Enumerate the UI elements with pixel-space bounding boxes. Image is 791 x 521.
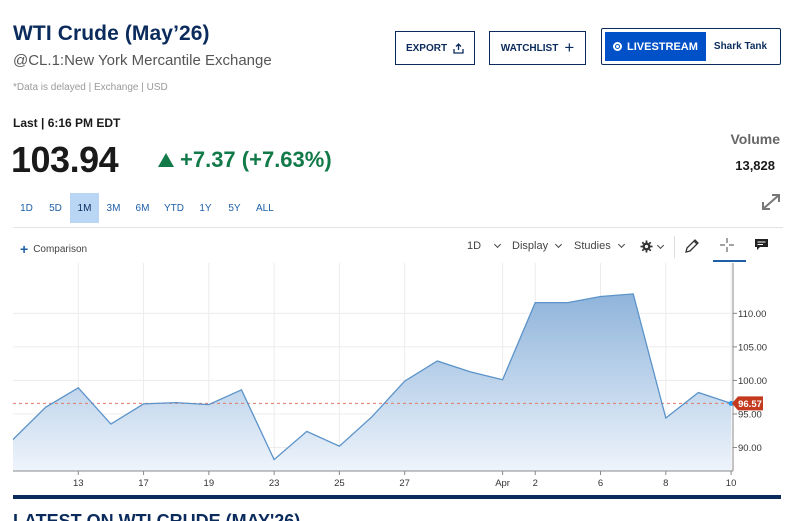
studies-label: Studies	[574, 240, 611, 252]
display-dropdown[interactable]: Display	[512, 240, 563, 252]
x-tick-label: 19	[204, 478, 215, 489]
interval-label: 1D	[467, 240, 482, 252]
settings-dropdown[interactable]	[640, 240, 665, 253]
comparison-button[interactable]: + Comparison	[20, 241, 87, 257]
time-range-selector: 1D 5D 1M 3M 6M YTD 1Y 5Y ALL	[12, 193, 281, 223]
expand-icon[interactable]	[760, 192, 782, 212]
y-tick-label: 105.00	[738, 342, 767, 353]
data-point-14[interactable]	[468, 370, 472, 374]
volume-value: 13,828	[735, 158, 775, 173]
display-label: Display	[512, 240, 549, 252]
chevron-down-icon	[494, 240, 502, 249]
crosshair-active-indicator	[713, 260, 746, 262]
y-tick-label: 95.00	[738, 409, 762, 420]
price-change-value: +7.37 (+7.63%)	[180, 147, 332, 172]
data-point-18[interactable]	[599, 295, 603, 299]
price-change: +7.37 (+7.63%)	[158, 147, 332, 173]
data-point-4[interactable]	[142, 402, 146, 406]
comment-icon[interactable]	[754, 238, 769, 251]
section-divider	[13, 495, 781, 499]
data-point-21[interactable]	[696, 390, 700, 394]
last-price: 103.94	[11, 139, 119, 180]
livestream-button[interactable]: LIVESTREAM	[605, 32, 706, 61]
crosshair-icon[interactable]	[720, 238, 734, 252]
data-point-19[interactable]	[631, 292, 635, 296]
page-title: WTI Crude (May’26)	[13, 22, 210, 45]
x-tick-label: 25	[334, 478, 345, 489]
data-point-12[interactable]	[403, 379, 407, 383]
y-tick-label: 100.00	[738, 376, 767, 387]
x-tick-label: 13	[73, 478, 84, 489]
exchange-subtitle: @CL.1:New York Mercantile Exchange	[13, 52, 272, 69]
data-point-13[interactable]	[435, 359, 439, 363]
chevron-down-icon	[656, 241, 665, 249]
range-1d[interactable]: 1D	[12, 193, 41, 223]
x-tick-label: 23	[269, 478, 280, 489]
x-tick-label: 8	[663, 478, 668, 489]
data-point-1[interactable]	[44, 405, 48, 409]
chevron-down-icon	[617, 240, 625, 249]
y-tick-label: 110.00	[738, 309, 766, 320]
range-5d[interactable]: 5D	[41, 193, 70, 223]
range-6m[interactable]: 6M	[128, 193, 157, 223]
livestream-show-name[interactable]: Shark Tank	[706, 32, 767, 61]
latest-news-heading: LATEST ON WTI CRUDE (MAY'26)	[13, 511, 301, 521]
plus-icon: +	[20, 241, 29, 257]
range-all[interactable]: ALL	[249, 193, 281, 223]
x-tick-label: 27	[399, 478, 410, 489]
data-point-10[interactable]	[337, 444, 341, 448]
last-updated-label: Last | 6:16 PM EDT	[13, 116, 121, 130]
data-point-11[interactable]	[370, 415, 374, 419]
data-point-3[interactable]	[109, 422, 113, 426]
x-tick-label: 2	[533, 478, 538, 489]
data-point-6[interactable]	[207, 403, 211, 407]
export-label: EXPORT	[405, 42, 448, 54]
export-button[interactable]: EXPORT	[395, 31, 475, 65]
x-tick-label: 17	[138, 478, 149, 489]
range-5y[interactable]: 5Y	[220, 193, 249, 223]
livestream-widget[interactable]: LIVESTREAM Shark Tank	[601, 28, 781, 65]
live-dot-icon	[613, 42, 622, 51]
comparison-label: Comparison	[33, 243, 88, 255]
up-arrow-icon	[158, 153, 174, 167]
data-point-2[interactable]	[76, 386, 80, 390]
pencil-icon[interactable]	[684, 238, 700, 254]
watchlist-label: WATCHLIST	[500, 42, 559, 54]
toolbar-divider	[13, 227, 783, 228]
x-tick-label: 10	[726, 478, 737, 489]
y-tick-label: 90.00	[738, 443, 762, 454]
toolbar-separator	[674, 236, 675, 258]
gear-icon	[640, 240, 653, 253]
data-point-17[interactable]	[566, 301, 570, 305]
price-area	[13, 293, 732, 471]
data-point-5[interactable]	[174, 401, 178, 405]
share-icon	[453, 42, 464, 54]
range-3m[interactable]: 3M	[99, 193, 128, 223]
data-point-7[interactable]	[239, 388, 243, 392]
watchlist-button[interactable]: WATCHLIST +	[489, 31, 586, 65]
x-tick-label: Apr	[495, 478, 510, 489]
range-1y[interactable]: 1Y	[191, 193, 220, 223]
chevron-down-icon	[555, 240, 563, 249]
data-point-16[interactable]	[533, 301, 537, 305]
data-point-0[interactable]	[11, 437, 15, 441]
last-value-label: 96.57	[738, 399, 762, 410]
x-tick-label: 6	[598, 478, 603, 489]
data-point-20[interactable]	[664, 416, 668, 420]
data-point-9[interactable]	[305, 429, 309, 433]
volume-label: Volume	[730, 131, 780, 147]
plus-icon: +	[564, 38, 575, 57]
price-chart[interactable]: 110.00 105.00 100.00 95.00 90.00 13 17 19 23 25 27…	[0, 263, 791, 495]
range-ytd[interactable]: YTD	[157, 193, 191, 223]
livestream-label: LIVESTREAM	[627, 40, 698, 53]
studies-dropdown[interactable]: Studies	[574, 240, 625, 252]
data-disclaimer: *Data is delayed | Exchange | USD	[13, 82, 168, 93]
data-point-15[interactable]	[501, 378, 505, 382]
range-1m[interactable]: 1M	[70, 193, 99, 223]
interval-dropdown[interactable]: 1D	[467, 240, 502, 252]
data-point-8[interactable]	[272, 458, 276, 462]
